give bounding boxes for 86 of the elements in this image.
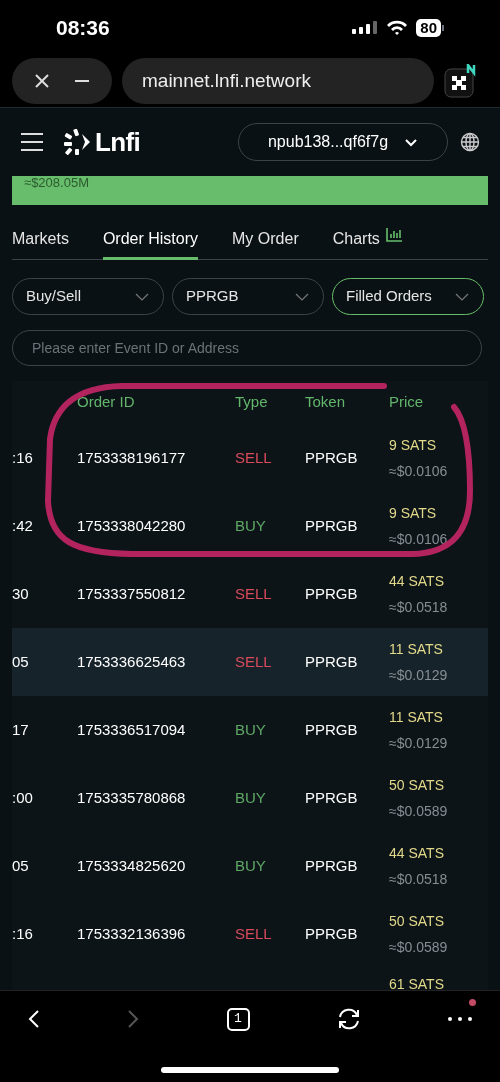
table-cell: :16 [12,448,33,466]
price-usd: ≈$0.0129 [389,733,448,753]
table-row[interactable]: 05 1753336625463 SELL PPRGB 11 SATS ≈$0.0129 [12,628,488,696]
column-header: Order ID [77,393,135,411]
column-header: Price [389,393,424,411]
table-cell: 1753338042280 [77,516,186,534]
price-sats: 44 SATS [389,571,444,591]
table-cell: PPRGB [305,448,358,466]
table-row[interactable]: :16 1753332136396 SELL PPRGB 50 SATS ≈$0.0589 [12,900,488,968]
price-sats: 9 SATS [389,503,437,523]
price-sats: 44 SATS [389,843,444,863]
price-usd: ≈$0.0589 [389,937,448,957]
table-row[interactable]: :00 1753335780868 BUY PPRGB 50 SATS ≈$0.0589 [12,764,488,832]
tabs-button[interactable]: 1 [226,1007,250,1031]
minimize-icon[interactable] [74,79,90,83]
price-sats: 61 SATS [389,975,444,990]
table-cell: 1753336625463 [77,652,186,670]
price-usd: ≈$0.0129 [389,665,448,685]
tab[interactable]: Order History [102,223,199,260]
close-icon[interactable] [34,73,50,89]
chevron-down-icon [455,292,469,301]
table-cell: 1753336517094 [77,720,186,738]
url-field[interactable]: mainnet.lnfi.network [122,58,434,104]
chevron-down-icon [295,292,309,301]
battery-icon: 80 [416,19,444,37]
wifi-icon [386,20,409,36]
table-cell: 1753337550812 [77,584,186,602]
table-cell: PPRGB [305,856,358,874]
price-sats: 11 SATS [389,707,443,727]
table-cell: BUY [235,720,266,738]
table-cell: SELL [235,584,272,602]
price-usd: ≈$0.0589 [389,801,448,821]
clock-time: 08:36 [56,15,110,42]
table-cell: 05 [12,856,29,874]
bar-chart-icon [385,227,403,242]
logo: Lnfi [64,122,141,162]
table-cell: BUY [235,856,266,874]
table-cell: 1753334825620 [77,856,186,874]
reload-icon[interactable] [336,1008,361,1030]
globe-icon[interactable] [460,132,480,152]
table-cell: SELL [235,924,272,942]
price-sats: 9 SATS [389,435,437,455]
signal-icon [352,20,379,36]
price-sats: 50 SATS [389,775,444,795]
table-row[interactable]: 17 1753336517094 BUY PPRGB 11 SATS ≈$0.0129 [12,696,488,764]
table-row[interactable]: 05 1753334825620 BUY PPRGB 44 SATS ≈$0.0518 [12,832,488,900]
tab[interactable]: Markets [12,223,69,260]
table-cell: :00 [12,788,33,806]
table-cell: BUY [235,516,266,534]
price-usd: ≈$0.0518 [389,869,448,889]
table-cell: 30 [12,584,29,602]
table-cell: PPRGB [305,788,358,806]
table-cell: PPRGB [305,652,358,670]
table-cell: :42 [12,516,33,534]
price-sats: 50 SATS [389,911,444,931]
column-header: Token [305,393,346,411]
column-header: Type [235,393,268,411]
table-row[interactable]: :16 1753338196177 SELL PPRGB 9 SATS ≈$0.0106 [12,424,488,492]
table-cell: PPRGB [305,924,358,942]
chevron-down-icon [404,137,419,147]
table-cell: 1753335780868 [77,788,186,806]
table-cell: 1753332136396 [77,924,186,942]
table-cell: SELL [235,448,272,466]
app-icon[interactable] [444,64,478,98]
search-field[interactable]: Please enter Event ID or Address [12,330,482,366]
table-cell: :16 [12,924,33,942]
tab[interactable]: Charts [332,223,403,260]
menu-icon[interactable] [20,132,44,152]
table-cell: PPRGB [305,584,358,602]
table-cell: PPRGB [305,516,358,534]
back-icon[interactable] [28,1009,40,1029]
table-cell: BUY [235,788,266,806]
table-cell: 17 [12,720,29,738]
table-cell: SELL [235,652,272,670]
table-row[interactable]: :42 1753338042280 BUY PPRGB 9 SATS ≈$0.0106 [12,492,488,560]
price-usd: ≈$0.0106 [389,529,448,549]
balance-value: ≈$208.05M [24,176,89,190]
table-row[interactable]: 30 1753337550812 SELL PPRGB 44 SATS ≈$0.0518 [12,560,488,628]
table-cell: PPRGB [305,720,358,738]
table-cell: 05 [12,652,29,670]
table-cell: 1753338196177 [77,448,186,466]
price-usd: ≈$0.0106 [389,461,448,481]
price-usd: ≈$0.0518 [389,597,448,617]
price-sats: 11 SATS [389,639,443,659]
tab[interactable]: My Order [232,223,299,260]
chevron-down-icon [135,292,149,301]
